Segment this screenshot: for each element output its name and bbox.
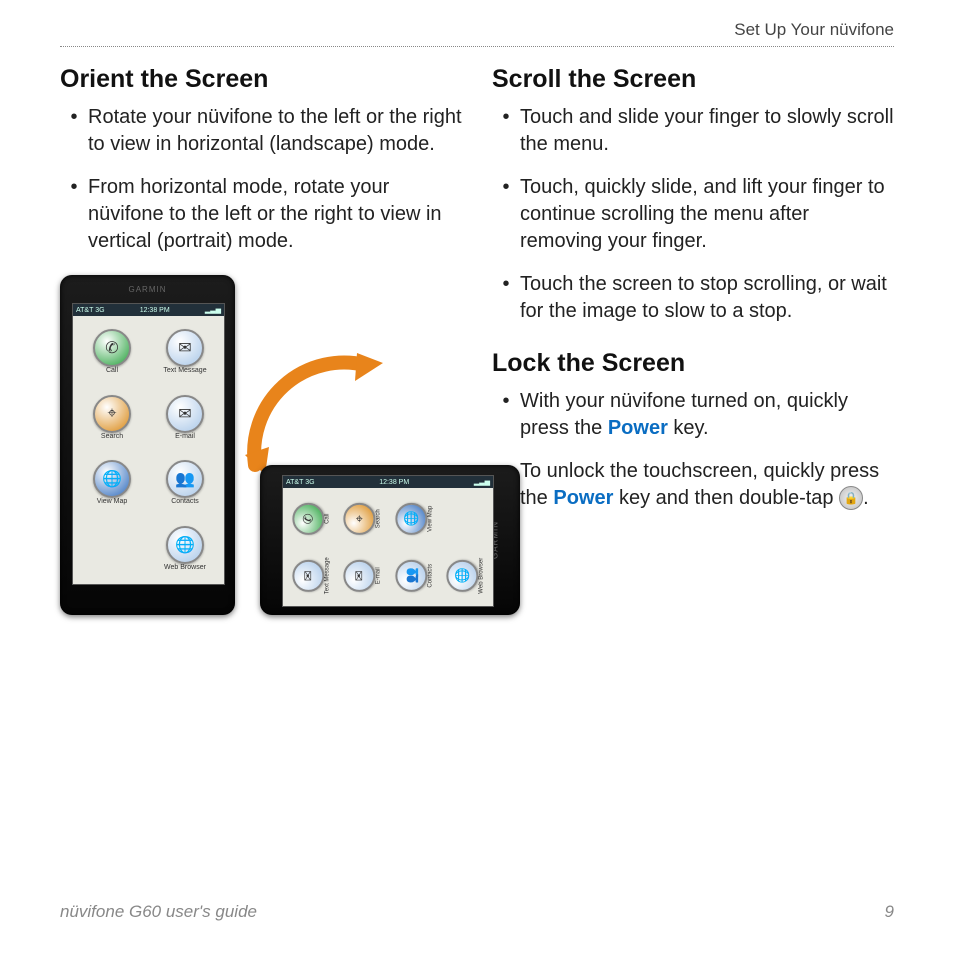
app-web-browser: 🌐Web Browser [438, 551, 492, 599]
phone-brand: GARMIN [60, 285, 235, 294]
lock-list: • With your nüvifone turned on, quickly … [492, 388, 894, 512]
app-view-map: 🌐View Map [387, 495, 441, 543]
orient-heading: Orient the Screen [60, 65, 462, 94]
orient-list: •Rotate your nüvifone to the left or the… [60, 104, 462, 255]
app-call: ✆Call [77, 320, 147, 383]
phone-statusbar: AT&T 3G12:38 PM▂▃▅ [73, 304, 224, 316]
app-e-mail: ✉E-mail [336, 551, 390, 599]
list-item: •Touch, quickly slide, and lift your fin… [492, 174, 894, 255]
list-item: • To unlock the touchscreen, quickly pre… [492, 458, 894, 512]
scroll-list: •Touch and slide your finger to slowly s… [492, 104, 894, 325]
page-number: 9 [885, 902, 894, 922]
list-item: • With your nüvifone turned on, quickly … [492, 388, 894, 442]
app-view-map: 🌐View Map [77, 452, 147, 515]
footer-guide: nüvifone G60 user's guide [60, 902, 257, 922]
app-call: ✆Call [284, 495, 338, 543]
lock-icon: 🔒 [839, 486, 863, 510]
app-blank [438, 495, 492, 543]
lock-heading: Lock the Screen [492, 349, 894, 378]
list-item: •Touch and slide your finger to slowly s… [492, 104, 894, 158]
app-search: ⌖Search [336, 495, 390, 543]
phone-portrait: GARMIN AT&T 3G12:38 PM▂▃▅ ✆Call✉Text Mes… [60, 275, 235, 615]
app-text-message: ✉Text Message [150, 320, 220, 383]
power-keyword: Power [553, 487, 613, 509]
app-blank [77, 517, 147, 580]
app-web-browser: 🌐Web Browser [150, 517, 220, 580]
scroll-heading: Scroll the Screen [492, 65, 894, 94]
left-column: Orient the Screen •Rotate your nüvifone … [60, 65, 462, 695]
list-item: •Rotate your nüvifone to the left or the… [60, 104, 462, 158]
right-column: Scroll the Screen •Touch and slide your … [492, 65, 894, 695]
app-text-message: ✉Text Message [284, 551, 338, 599]
power-keyword: Power [608, 417, 668, 439]
phone-landscape: GARMIN AT&T 3G12:38 PM▂▃▅ ✆Call⌖Search🌐V… [260, 465, 520, 615]
phone-statusbar: AT&T 3G12:38 PM▂▃▅ [283, 476, 493, 488]
app-e-mail: ✉E-mail [150, 386, 220, 449]
app-contacts: 👥Contacts [150, 452, 220, 515]
list-item: •Touch the screen to stop scrolling, or … [492, 271, 894, 325]
app-contacts: 👥Contacts [387, 551, 441, 599]
list-item: •From horizontal mode, rotate your nüvif… [60, 174, 462, 255]
phones-illustration: GARMIN AT&T 3G12:38 PM▂▃▅ ✆Call✉Text Mes… [60, 275, 462, 695]
section-header: Set Up Your nüvifone [60, 20, 894, 47]
app-search: ⌖Search [77, 386, 147, 449]
